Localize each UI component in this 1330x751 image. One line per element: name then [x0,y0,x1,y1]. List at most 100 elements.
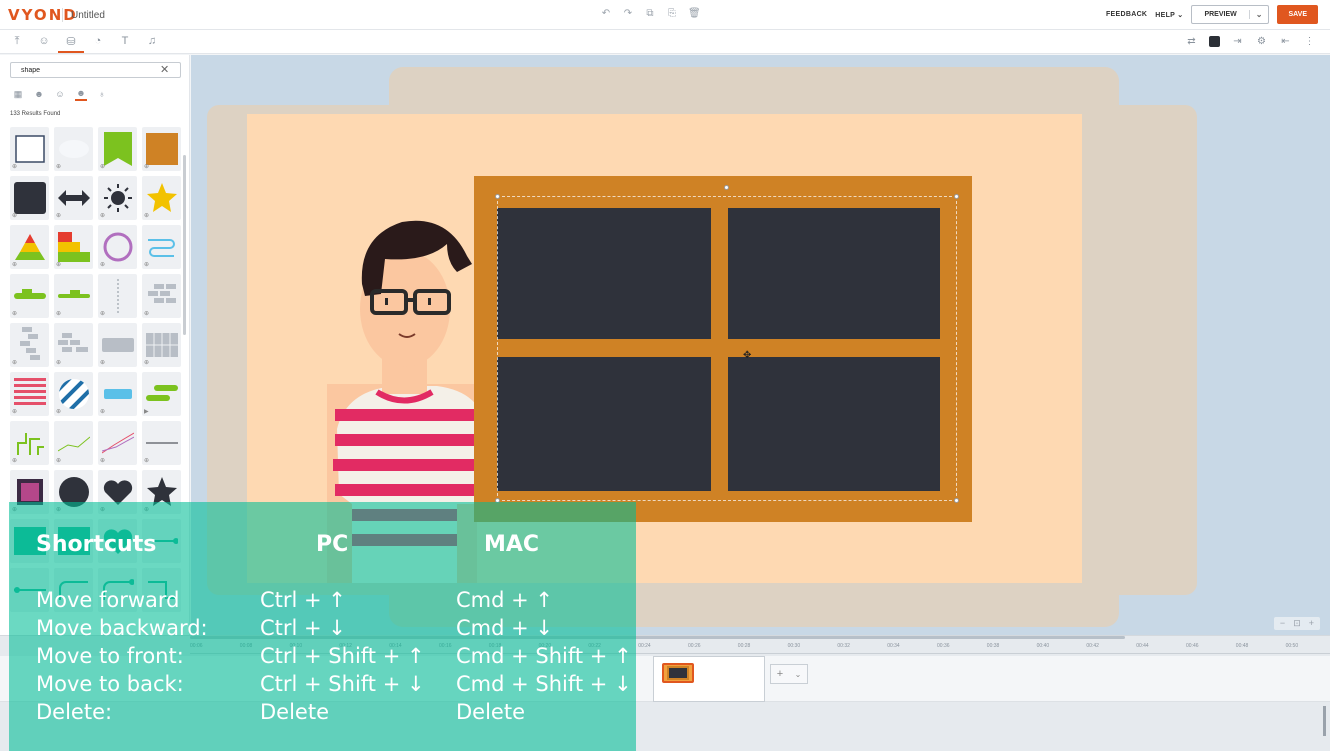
zoom-icon[interactable]: ⊕ [144,457,149,464]
zoom-icon[interactable]: ⊕ [100,212,105,219]
undo-icon[interactable]: ↶ [600,8,612,19]
style-business-icon[interactable]: ☻ [33,87,45,101]
redo-icon[interactable]: ↷ [622,8,634,19]
zoom-icon[interactable]: ⊕ [100,261,105,268]
asset-bricks-step[interactable]: ⊕ [54,323,93,367]
music-icon[interactable]: ♫ [145,34,159,48]
zoom-icon[interactable]: ⊕ [56,457,61,464]
zoom-icon[interactable]: ⊕ [144,310,149,317]
exit-effect-icon[interactable]: ⇤ [1279,35,1292,48]
zoom-icon[interactable]: ⊕ [144,261,149,268]
vyond-logo[interactable]: VYOND [8,6,78,24]
help-menu[interactable]: HELP ⌄ [1155,11,1183,19]
asset-bricks-vertical[interactable]: ⊕ [10,323,49,367]
zoom-icon[interactable]: ⊕ [56,212,61,219]
zoom-out-icon[interactable]: − [1280,618,1285,629]
resize-handle-tr[interactable] [954,194,959,199]
asset-blue-splash[interactable]: ⊕ [98,372,137,416]
zoom-icon[interactable]: ⊕ [56,359,61,366]
close-icon[interactable]: ✕ [160,63,169,76]
resize-handle-tl[interactable] [495,194,500,199]
asset-red-stripes[interactable]: ⊕ [10,372,49,416]
asset-green-circuit[interactable]: ⊕ [10,421,49,465]
preview-button[interactable]: PREVIEW ⌄ [1191,5,1270,24]
zoom-icon[interactable]: ⊕ [12,408,17,415]
zoom-icon[interactable]: ⊕ [100,163,105,170]
style-whiteboard-icon[interactable]: ☺ [54,87,66,101]
add-scene-button[interactable]: + ⌄ [770,664,808,684]
document-title[interactable]: Untitled [71,10,105,21]
trash-icon[interactable]: 🗑 [688,8,701,19]
feedback-button[interactable]: FEEDBACK [1106,11,1147,18]
zoom-icon[interactable]: ⊕ [144,359,149,366]
resize-handle-br[interactable] [954,498,959,503]
save-button[interactable]: SAVE [1277,5,1318,24]
all-styles-icon[interactable]: ▦ [12,87,24,101]
zoom-icon[interactable]: ⊕ [56,408,61,415]
enter-effect-icon[interactable]: ⇥ [1231,35,1244,48]
asset-green-banner[interactable]: ⊕ [98,127,137,171]
asset-ring[interactable]: ⊕ [98,225,137,269]
settings-icon[interactable]: ⚙ [1255,35,1268,48]
zoom-icon[interactable]: ⊕ [144,212,149,219]
color-swatch[interactable] [1209,36,1220,47]
zoom-icon[interactable]: ⊕ [100,457,105,464]
chevron-down-icon[interactable]: ⌄ [1248,10,1269,19]
scene-thumbnail[interactable] [653,656,765,702]
asset-striped-circle[interactable]: ⊕ [54,372,93,416]
zoom-icon[interactable]: ⊕ [12,457,17,464]
asset-grey-grid[interactable]: ⊕ [142,323,181,367]
timeline-vscroll[interactable] [1323,706,1326,736]
zoom-icon[interactable]: ⊕ [100,408,105,415]
more-icon[interactable]: ⋮ [1303,35,1316,48]
props-icon[interactable]: ⛁ [64,34,78,48]
character-icon[interactable]: ☺ [37,34,51,48]
zoom-icon[interactable]: ⊕ [100,310,105,317]
asset-pyramid[interactable]: ⊕ [10,225,49,269]
paste-icon[interactable]: ⎘ [666,8,678,19]
style-lightbulb-icon[interactable]: ♁ [96,87,108,101]
copy-icon[interactable]: ⧉ [644,8,656,19]
zoom-icon[interactable]: ⊕ [12,163,17,170]
asset-dark-square[interactable]: ⊕ [10,176,49,220]
upload-icon[interactable]: ⤒ [10,34,24,48]
asset-grass-1[interactable]: ⊕ [10,274,49,318]
asset-line-chart[interactable]: ⊕ [54,421,93,465]
search-input[interactable] [10,62,181,78]
zoom-in-icon[interactable]: + [1309,618,1314,629]
play-icon[interactable]: ▶ [144,408,149,415]
asset-cloud[interactable]: ⊕ [54,127,93,171]
swap-icon[interactable]: ⇄ [1185,35,1198,48]
asset-steps[interactable]: ⊕ [54,225,93,269]
zoom-icon[interactable]: ⊕ [100,359,105,366]
selection-box[interactable] [497,196,957,501]
asset-grass-2[interactable]: ⊕ [54,274,93,318]
asset-orange-square[interactable]: ⊕ [142,127,181,171]
panel-scrollbar[interactable] [183,155,186,335]
plus-icon[interactable]: + [777,668,783,680]
text-icon[interactable]: T [118,34,132,48]
zoom-icon[interactable]: ⊕ [12,212,17,219]
asset-star-gold[interactable]: ⊕ [142,176,181,220]
asset-bricks[interactable]: ⊕ [142,274,181,318]
zoom-icon[interactable]: ⊕ [12,310,17,317]
chart-icon[interactable]: ◔ [91,34,105,48]
chevron-down-icon[interactable]: ⌄ [795,670,802,679]
zoom-icon[interactable]: ⊕ [56,310,61,317]
asset-green-steps[interactable]: ▶ [142,372,181,416]
fit-icon[interactable]: ⊡ [1293,618,1301,629]
asset-straight-line[interactable]: ⊕ [142,421,181,465]
asset-wind[interactable]: ⊕ [142,225,181,269]
scene-preview[interactable] [662,663,694,683]
asset-multi-line[interactable]: ⊕ [98,421,137,465]
asset-grey-bar[interactable]: ⊕ [98,323,137,367]
style-contemporary-icon[interactable]: ☻ [75,87,87,101]
zoom-icon[interactable]: ⊕ [144,163,149,170]
asset-sun[interactable]: ⊕ [98,176,137,220]
zoom-icon[interactable]: ⊕ [12,359,17,366]
zoom-icon[interactable]: ⊕ [56,163,61,170]
zoom-icon[interactable]: ⊕ [56,261,61,268]
asset-double-arrow[interactable]: ⊕ [54,176,93,220]
rotate-handle[interactable] [724,185,729,190]
asset-square-outline[interactable]: ⊕ [10,127,49,171]
